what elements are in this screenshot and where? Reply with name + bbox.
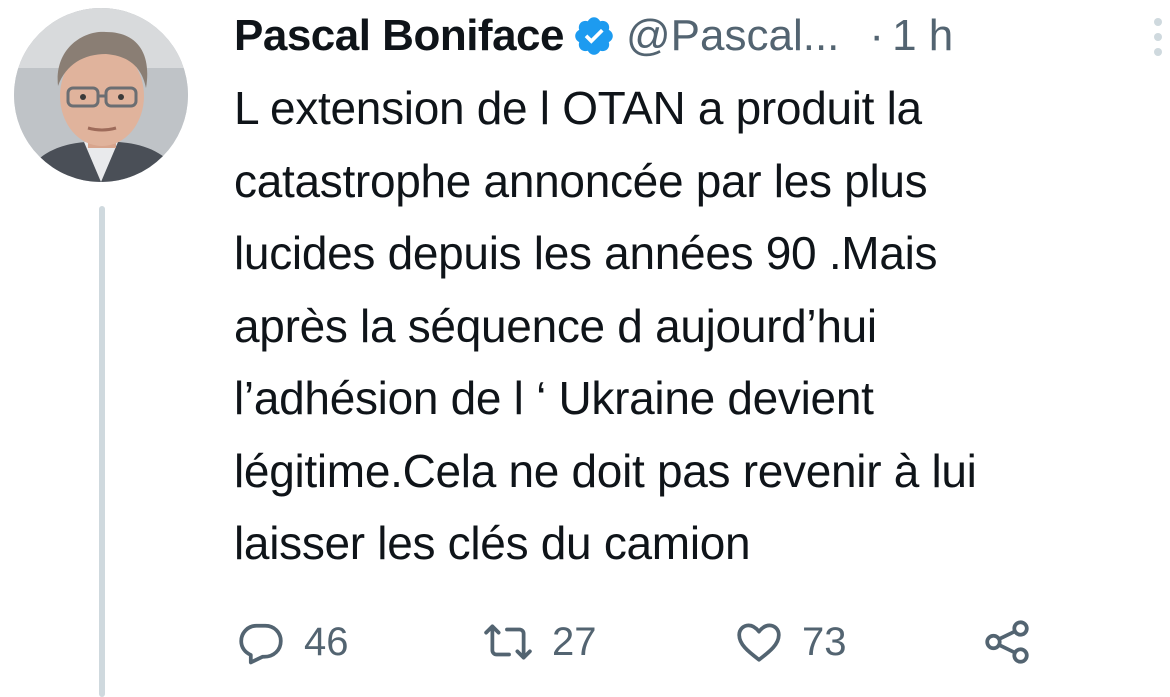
share-button[interactable] (982, 612, 1032, 672)
reply-button[interactable]: 46 (236, 612, 349, 672)
action-bar: 46 27 73 (234, 612, 1134, 672)
reply-count: 46 (304, 619, 349, 664)
share-icon (982, 617, 1032, 667)
meta-separator: · (869, 11, 885, 60)
more-options-icon[interactable] (1150, 14, 1166, 60)
retweet-count: 27 (552, 619, 597, 664)
thread-line (99, 206, 105, 697)
tweet[interactable]: Pascal Boniface @Pascal... · 1 h L exten… (0, 0, 1170, 697)
timestamp[interactable]: 1 h (892, 11, 953, 61)
like-count: 73 (802, 619, 847, 664)
heart-icon (734, 617, 784, 667)
tweet-header: Pascal Boniface @Pascal... · 1 h (234, 6, 953, 66)
avatar[interactable] (14, 8, 188, 182)
like-button[interactable]: 73 (734, 612, 847, 672)
user-handle[interactable]: @Pascal... (626, 11, 839, 61)
verified-badge-icon (572, 14, 616, 58)
reply-icon (236, 617, 286, 667)
tweet-text: L extension de l OTAN a produit la catas… (234, 82, 977, 569)
retweet-button[interactable]: 27 (482, 612, 597, 672)
retweet-icon (482, 617, 534, 667)
display-name[interactable]: Pascal Boniface (234, 11, 565, 61)
